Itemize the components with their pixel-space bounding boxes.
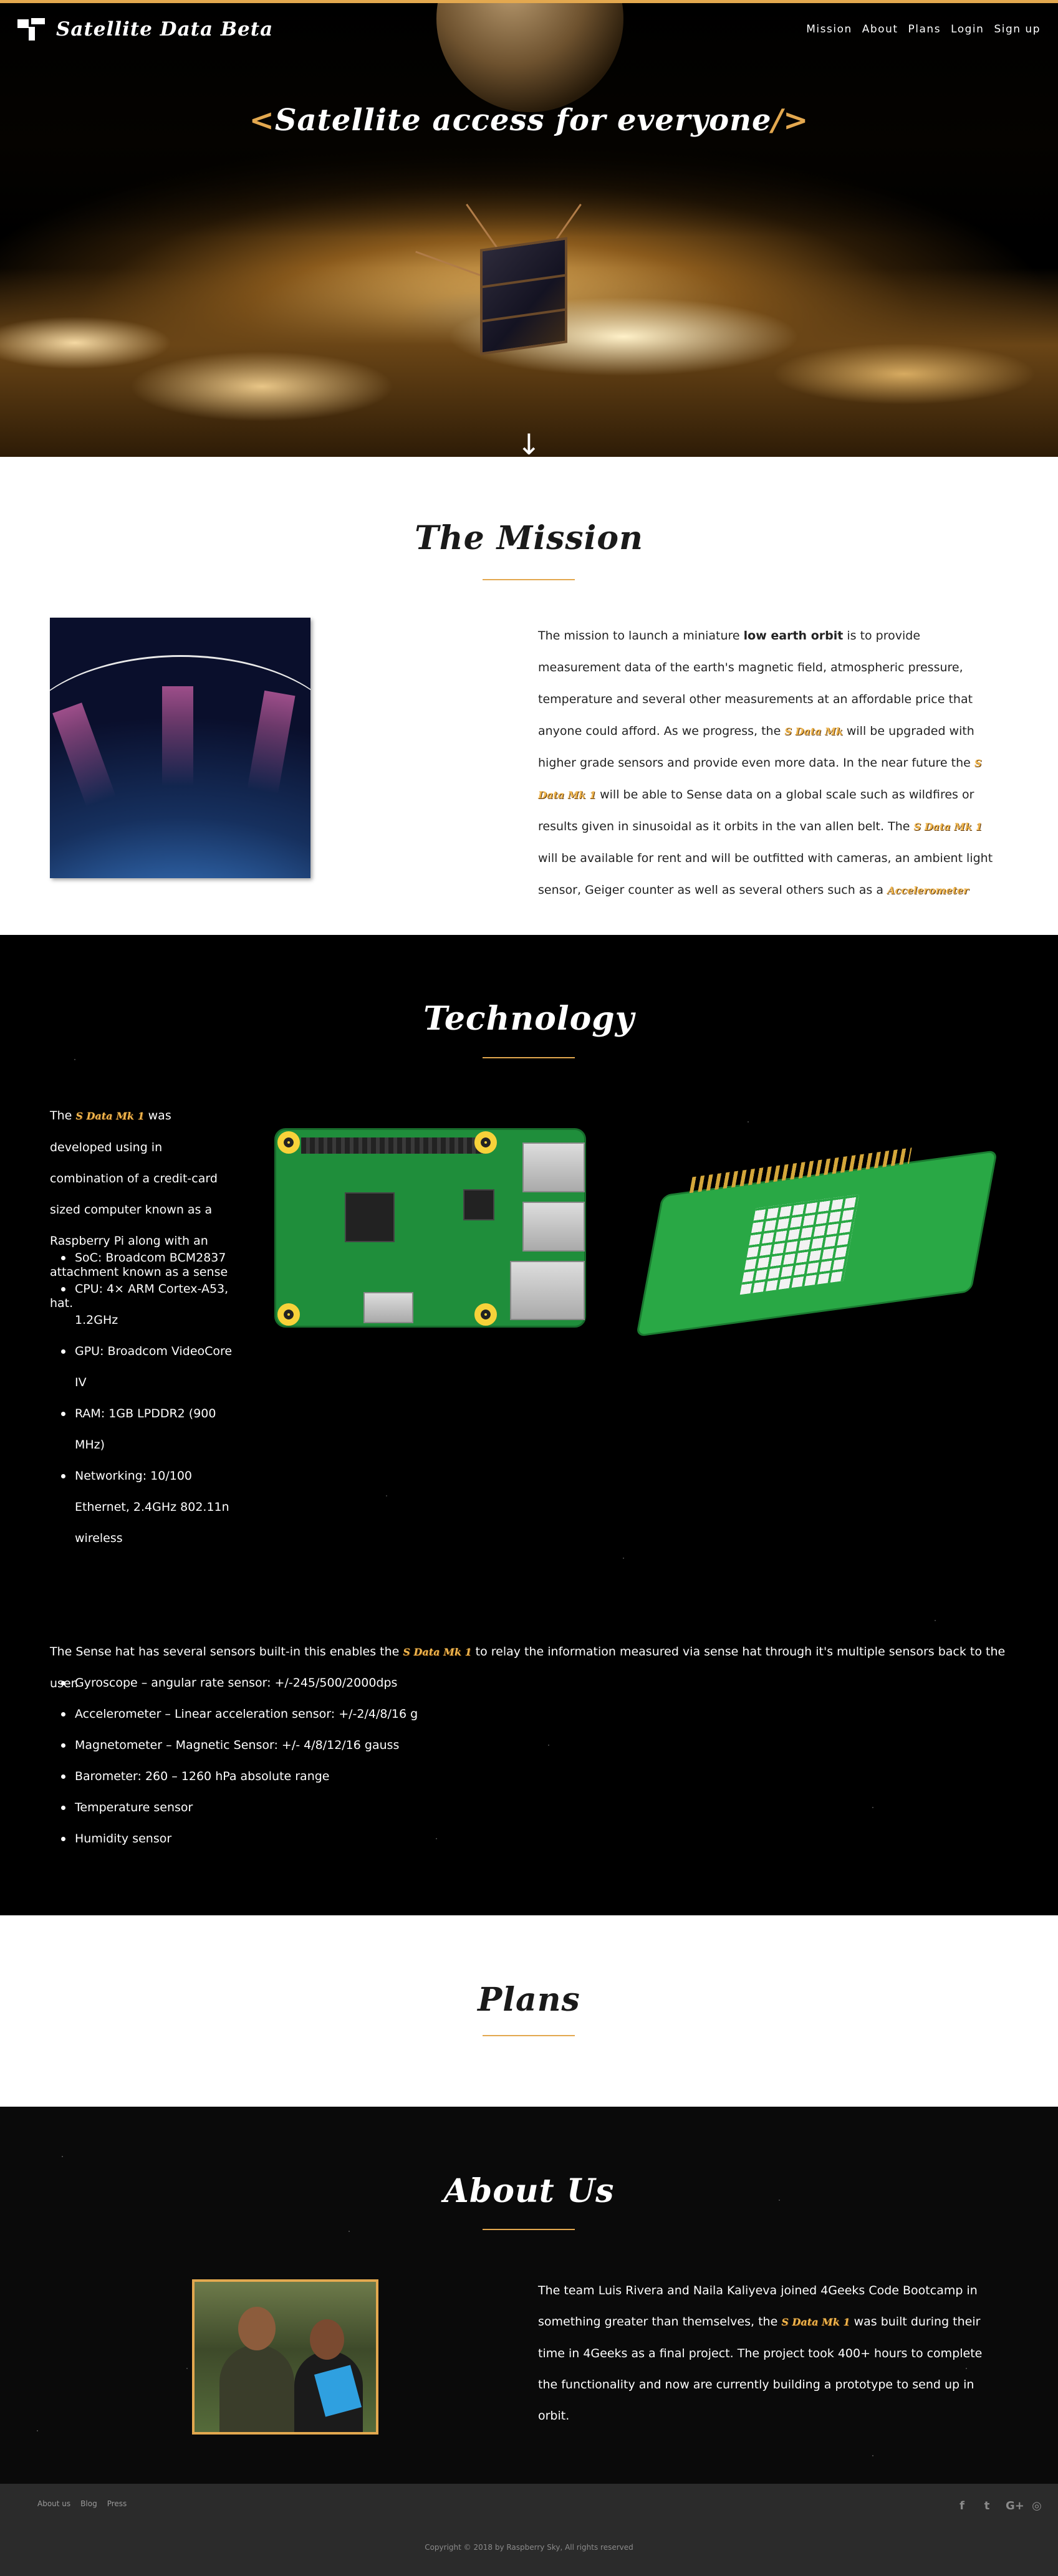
list-item: Magnetometer – Magnetic Sensor: +/- 4/8/… [50,1730,798,1761]
hero-section: <Satellite access for everyone/> ↓ [0,0,1058,457]
facebook-icon[interactable]: f [956,2500,968,2512]
list-item: RAM: 1GB LPDDR2 (900 MHz) [50,1398,237,1460]
mission-title: The Mission [415,519,643,557]
nav-link-login[interactable]: Login [951,23,984,36]
satellites-orbit-image [50,618,310,878]
brand[interactable]: Satellite Data Beta [17,17,274,41]
title-divider [483,1057,575,1058]
hero-title: <Satellite access for everyone/> [249,103,809,138]
spec-list: SoC: Broadcom BCM2837 CPU: 4× ARM Cortex… [50,1242,237,1554]
list-item: Networking: 10/100 Ethernet, 2.4GHz 802.… [50,1460,237,1554]
instagram-icon[interactable]: ◎ [1031,2500,1043,2512]
cubesat-image [415,203,582,362]
top-navbar: Satellite Data Beta Mission About Plans … [0,0,1058,55]
product-tag: S Data Mk [784,725,843,737]
plans-title: Plans [478,1981,580,2019]
product-tag: S Data Mk 1 [781,2316,850,2328]
arrow-down-icon[interactable]: ↓ [517,430,541,457]
sense-hat-image [635,1147,998,1338]
product-tag: S Data Mk 1 [913,821,983,833]
brand-title: Satellite Data Beta [56,17,274,41]
copyright-text: Copyright © 2018 by Raspberry Sky, All r… [425,2543,633,2552]
satellite-logo-icon [17,17,45,41]
about-description: The team Luis Rivera and Naila Kaliyeva … [538,2284,983,2423]
product-tag: S Data Mk 1 [75,1110,145,1122]
title-divider [483,2035,575,2036]
technology-section: Technology The S Data Mk 1 was developed… [0,935,1058,1915]
accelerometer-tag: Accelerometer [887,884,969,896]
social-links: f t G+ ◎ [956,2500,1043,2512]
plans-section: Plans [0,1915,1058,2107]
product-tag: S Data Mk 1 [403,1646,472,1658]
list-item: Gyroscope – angular rate sensor: +/-245/… [50,1667,798,1698]
sensor-list: Gyroscope – angular rate sensor: +/-245/… [50,1667,798,1854]
list-item: CPU: 4× ARM Cortex-A53, 1.2GHz [50,1273,237,1336]
list-item: Temperature sensor [50,1792,798,1823]
list-item: SoC: Broadcom BCM2837 [50,1242,237,1273]
footer-link-about[interactable]: About us [37,2499,70,2508]
list-item: GPU: Broadcom VideoCore IV [50,1336,237,1398]
nav-link-signup[interactable]: Sign up [994,23,1041,36]
team-photo [192,2279,378,2435]
footer-link-blog[interactable]: Blog [80,2499,97,2508]
title-divider [483,2229,575,2230]
mission-description: The mission to launch a miniature low ea… [538,629,993,897]
nav-link-mission[interactable]: Mission [806,23,852,36]
google-plus-icon[interactable]: G+ [1006,2500,1024,2512]
about-title: About Us [443,2172,615,2210]
footer: About us Blog Press f t G+ ◎ Copyright ©… [0,2484,1058,2576]
technology-title: Technology [423,1000,635,1038]
list-item: Accelerometer – Linear acceleration sens… [50,1698,798,1730]
about-section: About Us The team Luis Rivera and Naila … [0,2107,1058,2484]
footer-link-press[interactable]: Press [107,2499,127,2508]
mission-section: The Mission The mission to launch a mini… [0,457,1058,935]
list-item: Humidity sensor [50,1823,798,1854]
raspberry-pi-image [274,1128,586,1328]
nav-link-about[interactable]: About [862,23,898,36]
nav-link-plans[interactable]: Plans [908,23,941,36]
list-item: Barometer: 260 – 1260 hPa absolute range [50,1761,798,1792]
title-divider [483,579,575,580]
twitter-icon[interactable]: t [981,2500,993,2512]
nav-links: Mission About Plans Login Sign up [806,23,1041,36]
footer-links: About us Blog Press [37,2499,127,2508]
